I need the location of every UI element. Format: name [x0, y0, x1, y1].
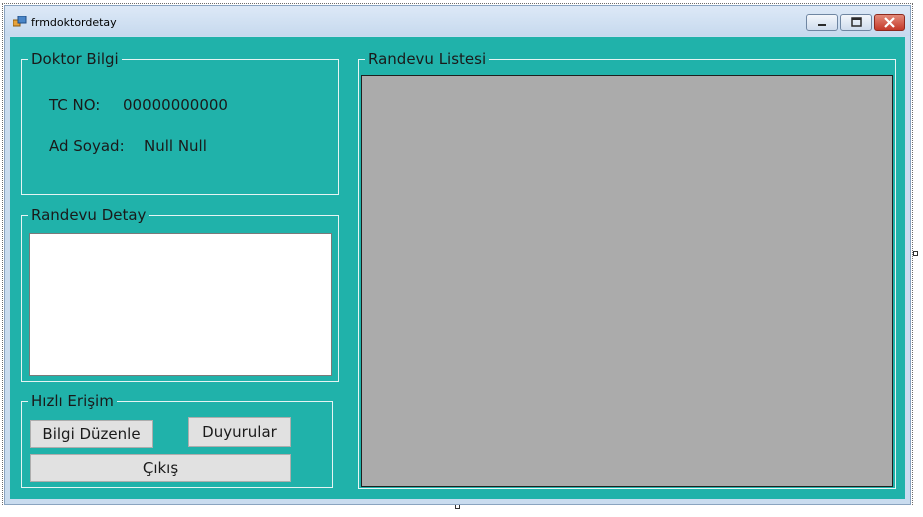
- resize-handle-right[interactable]: [913, 251, 918, 256]
- maximize-icon: [851, 17, 862, 27]
- tc-no-value: 00000000000: [123, 96, 228, 114]
- doktor-bilgi-title: Doktor Bilgi: [28, 50, 122, 68]
- doktor-bilgi-group: Doktor Bilgi TC NO: 00000000000 Ad Soyad…: [21, 50, 339, 195]
- bilgi-duzenle-button[interactable]: Bilgi Düzenle: [30, 420, 153, 448]
- close-button[interactable]: [874, 14, 905, 31]
- cikis-button[interactable]: Çıkış: [30, 454, 291, 482]
- form-client-area: Doktor Bilgi TC NO: 00000000000 Ad Soyad…: [10, 37, 905, 499]
- randevu-listesi-datagrid[interactable]: [361, 75, 893, 487]
- form-window: frmdoktordetay Doktor Bilgi TC NO: 00000…: [4, 5, 911, 505]
- minimize-icon: [818, 24, 826, 26]
- tc-no-label: TC NO:: [49, 96, 101, 114]
- ad-soyad-label: Ad Soyad:: [49, 137, 125, 155]
- maximize-button[interactable]: [840, 14, 872, 31]
- randevu-listesi-group: Randevu Listesi: [358, 50, 896, 489]
- duyurular-button[interactable]: Duyurular: [188, 417, 291, 447]
- hizli-erisim-group: Hızlı Erişim Bilgi Düzenle Duyurular Çık…: [21, 392, 333, 488]
- randevu-detay-title: Randevu Detay: [28, 206, 150, 224]
- form-icon: [13, 16, 27, 27]
- close-icon: [884, 17, 895, 28]
- window-title: frmdoktordetay: [31, 16, 117, 29]
- randevu-detay-group: Randevu Detay: [21, 206, 339, 382]
- minimize-button[interactable]: [806, 14, 838, 31]
- ad-soyad-value: Null Null: [144, 137, 207, 155]
- hizli-erisim-title: Hızlı Erişim: [28, 392, 117, 410]
- title-bar[interactable]: frmdoktordetay: [5, 6, 910, 36]
- randevu-detay-textbox[interactable]: [29, 233, 332, 376]
- randevu-listesi-title: Randevu Listesi: [365, 50, 490, 68]
